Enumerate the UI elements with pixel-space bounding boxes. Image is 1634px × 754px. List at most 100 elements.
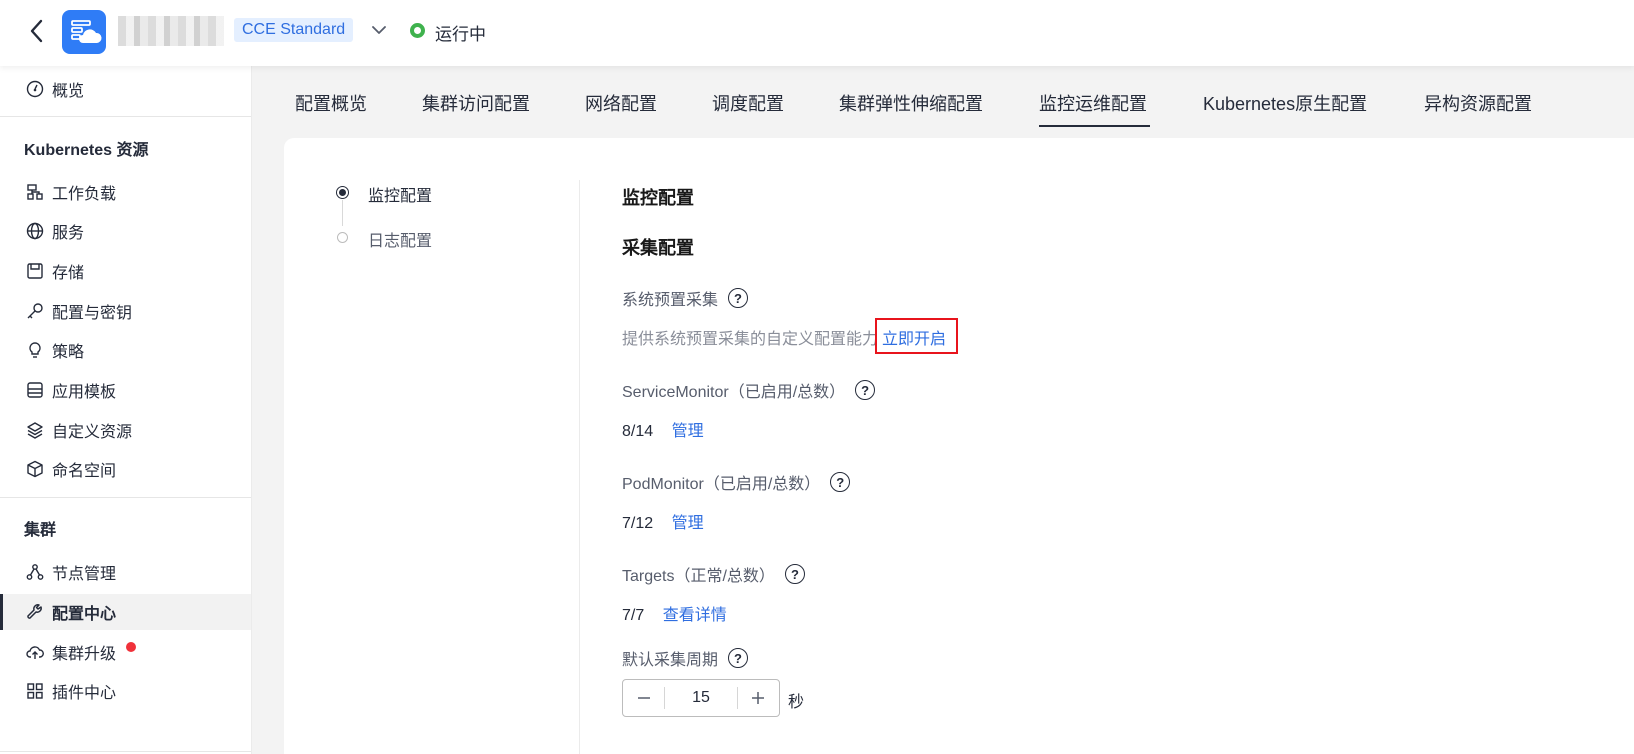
minus-icon[interactable] (623, 680, 664, 716)
anchor-active-dot-icon (337, 187, 348, 198)
tab-bar: 配置概览 集群访问配置 网络配置 调度配置 集群弹性伸缩配置 监控运维配置 Ku… (252, 66, 1634, 138)
main-area: 配置概览 集群访问配置 网络配置 调度配置 集群弹性伸缩配置 监控运维配置 Ku… (252, 66, 1634, 754)
sidebar-item-services[interactable]: 服务 (0, 213, 251, 249)
edition-badge: CCE Standard (234, 18, 354, 42)
label-text: 系统预置采集 (622, 292, 719, 309)
tab-cluster-access[interactable]: 集群访问配置 (422, 90, 530, 116)
targets-count: 7/7 (622, 607, 645, 624)
anchor-monitoring[interactable]: 监控配置 (368, 182, 432, 206)
help-question-icon[interactable]: ? (784, 564, 805, 584)
sidebar-item-policies[interactable]: 策略 (0, 332, 251, 368)
targets-value-row: 7/7 查看详情 (622, 601, 727, 625)
sidebar-item-label: 工作负载 (52, 186, 117, 203)
sidebar-item-label: 配置中心 (52, 606, 117, 623)
sidebar-item-label: 节点管理 (52, 566, 117, 583)
chevron-down-icon[interactable] (370, 20, 388, 40)
globe-icon (24, 220, 46, 242)
content-card: 监控配置 日志配置 监控配置 采集配置 系统预置采集 ? 提供系统预置采集的自定… (284, 138, 1634, 754)
dashboard-icon (24, 78, 46, 100)
divider (0, 751, 251, 752)
sidebar-item-label: 集群升级 (52, 646, 117, 663)
sidebar-item-config-center[interactable]: 配置中心 (0, 594, 251, 630)
default-period-label: 默认采集周期 ? (622, 646, 749, 670)
sidebar-item-custom-resources[interactable]: 自定义资源 (0, 412, 251, 448)
key-icon (24, 300, 46, 322)
lightbulb-icon (24, 339, 46, 361)
sidebar-item-label: 服务 (52, 225, 85, 242)
period-input[interactable] (665, 680, 737, 716)
sidebar-item-label: 概览 (52, 83, 85, 100)
label-text: Targets（正常/总数） (622, 568, 775, 585)
service-monitor-value-row: 8/14 管理 (622, 417, 704, 441)
section-title-cluster: 集群 (24, 522, 57, 539)
pod-monitor-label: PodMonitor（已启用/总数） ? (622, 470, 851, 494)
sidebar-item-label: 配置与密钥 (52, 305, 133, 322)
storage-icon (24, 260, 46, 282)
divider (0, 116, 251, 117)
tab-autoscaling[interactable]: 集群弹性伸缩配置 (839, 90, 983, 116)
sidebar-item-nodes[interactable]: 节点管理 (0, 554, 251, 590)
help-question-icon[interactable]: ? (728, 288, 749, 308)
sidebar-item-label: 插件中心 (52, 685, 117, 702)
section-title-k8s: Kubernetes 资源 (24, 142, 149, 159)
sidebar-item-namespaces[interactable]: 命名空间 (0, 451, 251, 487)
notification-dot (126, 642, 136, 652)
top-header: CCE Standard 运行中 (0, 0, 1634, 66)
wrench-icon (24, 601, 46, 623)
help-question-icon[interactable]: ? (728, 648, 749, 668)
sidebar-item-config-secrets[interactable]: 配置与密钥 (0, 293, 251, 329)
targets-label: Targets（正常/总数） ? (622, 562, 805, 586)
back-arrow-icon[interactable] (26, 18, 48, 44)
cloud-upload-icon (24, 641, 46, 663)
help-question-icon[interactable]: ? (855, 380, 876, 400)
label-text: ServiceMonitor（已启用/总数） (622, 384, 846, 401)
cce-cloud-logo-icon (62, 10, 106, 54)
sidebar-item-addons[interactable]: 插件中心 (0, 673, 251, 709)
grid-apps-icon (24, 680, 46, 702)
targets-details-link[interactable]: 查看详情 (663, 607, 727, 624)
tab-heterogeneous[interactable]: 异构资源配置 (1424, 90, 1532, 116)
service-monitor-manage-link[interactable]: 管理 (672, 423, 704, 440)
section-title-monitoring: 监控配置 (622, 188, 694, 208)
sidebar-item-label: 策略 (52, 344, 85, 361)
service-monitor-count: 8/14 (622, 423, 654, 440)
label-text: PodMonitor（已启用/总数） (622, 476, 821, 493)
workload-icon (24, 181, 46, 203)
plus-icon[interactable] (738, 680, 779, 716)
period-stepper (622, 679, 780, 717)
preset-collection-label: 系统预置采集 ? (622, 286, 749, 310)
anchor-dot-icon (337, 232, 348, 243)
tab-network[interactable]: 网络配置 (585, 90, 657, 116)
tab-monitoring-ops[interactable]: 监控运维配置 (1039, 90, 1147, 116)
sidebar-item-label: 存储 (52, 265, 85, 282)
service-monitor-label: ServiceMonitor（已启用/总数） ? (622, 378, 876, 402)
node-network-icon (24, 561, 46, 583)
sidebar-item-cluster-upgrade[interactable]: 集群升级 (0, 634, 251, 670)
anchor-line (342, 200, 343, 226)
desc-text: 提供系统预置采集的自定义配置能力 (622, 331, 879, 348)
anchor-logging[interactable]: 日志配置 (368, 227, 432, 251)
sidebar-item-storage[interactable]: 存储 (0, 253, 251, 289)
cube-icon (24, 458, 46, 480)
tab-kubernetes-native[interactable]: Kubernetes原生配置 (1203, 90, 1367, 116)
cluster-status: 运行中 (435, 25, 486, 44)
active-tab-indicator (1039, 125, 1150, 127)
cluster-name-redacted (118, 16, 224, 46)
label-text: 默认采集周期 (622, 652, 719, 669)
layers-icon (24, 419, 46, 441)
tab-config-overview[interactable]: 配置概览 (295, 90, 367, 116)
sidebar-item-label: 命名空间 (52, 463, 117, 480)
sidebar: 概览 Kubernetes 资源 工作负载 服务 存储 配置与密钥 策略 应用模… (0, 66, 252, 754)
template-icon (24, 379, 46, 401)
sidebar-item-overview[interactable]: 概览 (0, 71, 251, 107)
tab-scheduling[interactable]: 调度配置 (712, 90, 784, 116)
sidebar-item-label: 应用模板 (52, 384, 117, 401)
sidebar-item-app-templates[interactable]: 应用模板 (0, 372, 251, 408)
pod-monitor-manage-link[interactable]: 管理 (672, 515, 704, 532)
status-running-icon (410, 23, 425, 38)
sidebar-item-label: 自定义资源 (52, 424, 133, 441)
sidebar-item-workloads[interactable]: 工作负载 (0, 174, 251, 210)
pod-monitor-count: 7/12 (622, 515, 654, 532)
period-unit: 秒 (788, 694, 805, 711)
help-question-icon[interactable]: ? (830, 472, 851, 492)
